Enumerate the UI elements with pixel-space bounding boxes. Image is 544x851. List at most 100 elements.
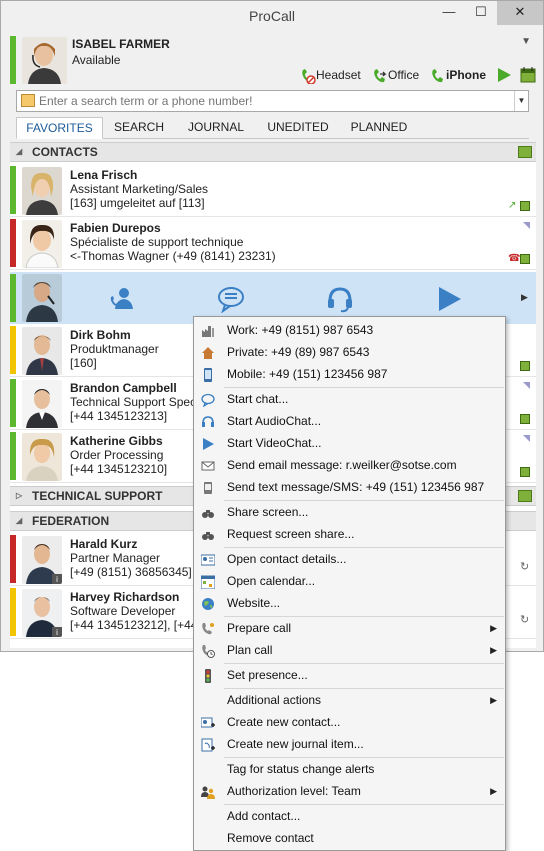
menu-item-request-screen-share[interactable]: Request screen share... [194, 523, 505, 545]
tab-unedited[interactable]: UNEDITED [260, 117, 336, 139]
own-status[interactable]: Available [72, 53, 120, 67]
tab-favorites[interactable]: FAVORITES [16, 117, 103, 139]
tab-search[interactable]: SEARCH [106, 117, 172, 139]
search-input[interactable] [39, 93, 509, 109]
call-action-icon[interactable] [108, 285, 136, 313]
calendar-icon [520, 254, 530, 264]
calendar-icon [200, 574, 216, 590]
chevron-down-icon[interactable]: ▼ [514, 91, 528, 111]
menu-item-open-calendar[interactable]: Open calendar... [194, 570, 505, 592]
menu-item-plan-call[interactable]: Plan call ▶ [194, 639, 505, 661]
phone-blocked-icon [300, 68, 316, 85]
menu-item-share-screen[interactable]: Share screen... [194, 501, 505, 523]
presence-bar [10, 588, 16, 636]
own-presence-bar [10, 36, 16, 84]
collapse-icon: ◢ [16, 147, 23, 156]
tab-journal[interactable]: JOURNAL [178, 117, 254, 139]
tab-planned[interactable]: PLANNED [342, 117, 416, 139]
search-box[interactable]: ▼ [16, 90, 529, 112]
new-journal-icon [201, 737, 215, 752]
submenu-arrow-icon: ▶ [490, 695, 497, 705]
contact-phone: [+44 1345123210] [70, 462, 168, 476]
binoculars-icon [201, 505, 215, 519]
device-headset[interactable]: Headset [300, 66, 361, 85]
menu-item-create-new-journal-item[interactable]: Create new journal item... [194, 733, 505, 755]
menu-item-prepare-call[interactable]: Prepare call ▶ [194, 617, 505, 639]
menu-item-remove-contact[interactable]: Remove contact [194, 827, 505, 849]
menu-item-set-presence[interactable]: Set presence... [194, 664, 505, 686]
menu-item-add-contact[interactable]: Add contact... [194, 805, 505, 827]
contact-name: Fabien Durepos [70, 221, 161, 235]
binoculars-icon [201, 527, 215, 541]
mobile-icon [201, 367, 215, 382]
chat-action-icon[interactable] [217, 285, 245, 314]
minimize-button[interactable]: — [433, 1, 465, 25]
menu-item-private-phone[interactable]: Private: +49 (89) 987 6543 [194, 341, 505, 363]
group-header-contacts[interactable]: ◢ CONTACTS [10, 142, 536, 162]
svg-text:i: i [56, 628, 58, 637]
device-headset-label: Headset [316, 68, 361, 82]
menu-item-tag-status-alerts[interactable]: Tag for status change alerts [194, 758, 505, 780]
device-iphone[interactable]: iPhone [430, 66, 486, 84]
list-item[interactable]: Fabien Durepos Spécialiste de support te… [10, 218, 536, 270]
menu-item-create-new-contact[interactable]: Create new contact... [194, 711, 505, 733]
menu-item-start-audiochat[interactable]: Start AudioChat... [194, 410, 505, 432]
contact-phone: <-Thomas Wagner (+49 (8141) 23231) [70, 249, 276, 263]
phone-plan-icon [201, 643, 215, 658]
presence-bar [10, 432, 16, 480]
calendar-icon [518, 146, 532, 158]
contact-title: Spécialiste de support technique [70, 235, 244, 249]
maximize-button[interactable]: ☐ [465, 1, 497, 25]
phone-busy-icon: ☎ [508, 253, 521, 264]
menu-item-open-contact-details[interactable]: Open contact details... [194, 548, 505, 570]
play-icon[interactable] [496, 66, 512, 84]
contact-name: Brandon Campbell [70, 381, 177, 395]
contact-title: Technical Support Spec [70, 395, 197, 409]
calendar-icon [520, 414, 530, 424]
avatar [22, 167, 62, 215]
more-actions-icon[interactable]: ▶ [521, 292, 528, 303]
svg-text:i: i [56, 575, 58, 584]
tab-bar: FAVORITES SEARCH JOURNAL UNEDITED PLANNE… [16, 117, 529, 139]
list-item[interactable]: Lena Frisch Assistant Marketing/Sales [1… [10, 165, 536, 217]
menu-item-work-phone[interactable]: Work: +49 (8151) 987 6543 [194, 319, 505, 341]
envelope-icon [201, 458, 215, 472]
contact-phone: [+44 1345123213] [70, 409, 168, 423]
menu-item-start-videochat[interactable]: Start VideoChat... [194, 432, 505, 454]
calendar-icon[interactable] [520, 66, 536, 84]
phone-icon [430, 68, 446, 84]
presence-bar [10, 166, 16, 214]
sms-icon [201, 480, 215, 494]
avatar [22, 380, 62, 428]
group-label: CONTACTS [32, 145, 98, 159]
menu-item-additional-actions[interactable]: Additional actions ▶ [194, 689, 505, 711]
device-office-label: Office [388, 68, 420, 82]
phone-forward-icon [372, 68, 388, 84]
contact-title: Software Developer [70, 604, 176, 618]
menu-item-send-sms[interactable]: Send text message/SMS: +49 (151) 123456 … [194, 476, 505, 498]
presence-bar [10, 379, 16, 427]
title-bar: ProCall — ☐ ✕ [1, 1, 543, 31]
chevron-down-icon[interactable]: ▼ [521, 36, 531, 47]
avatar [22, 327, 62, 375]
device-office[interactable]: Office [372, 66, 419, 84]
menu-item-website[interactable]: Website... [194, 592, 505, 614]
close-button[interactable]: ✕ [497, 1, 543, 25]
collapse-icon: ◢ [16, 516, 23, 525]
avatar[interactable] [22, 37, 67, 84]
contact-name: Katherine Gibbs [70, 434, 163, 448]
device-bar: Headset Office iPhone [300, 66, 540, 85]
federation-sync-icon: ↻ [520, 561, 530, 573]
menu-item-send-email[interactable]: Send email message: r.weilker@sotse.com [194, 454, 505, 476]
menu-item-start-chat[interactable]: Start chat... [194, 388, 505, 410]
group-label: TECHNICAL SUPPORT [32, 489, 163, 503]
video-action-icon[interactable] [435, 285, 463, 313]
contact-context-menu: Work: +49 (8151) 987 6543 Private: +49 (… [193, 316, 506, 851]
house-icon [201, 345, 215, 359]
headset-action-icon[interactable] [326, 285, 354, 313]
new-contact-icon [200, 715, 215, 729]
menu-item-authorization-level[interactable]: Authorization level: Team ▶ [194, 780, 505, 802]
contact-title: Order Processing [70, 448, 164, 462]
phone-forward-icon: ↗ [508, 200, 517, 211]
menu-item-mobile-phone[interactable]: Mobile: +49 (151) 123456 987 [194, 363, 505, 385]
